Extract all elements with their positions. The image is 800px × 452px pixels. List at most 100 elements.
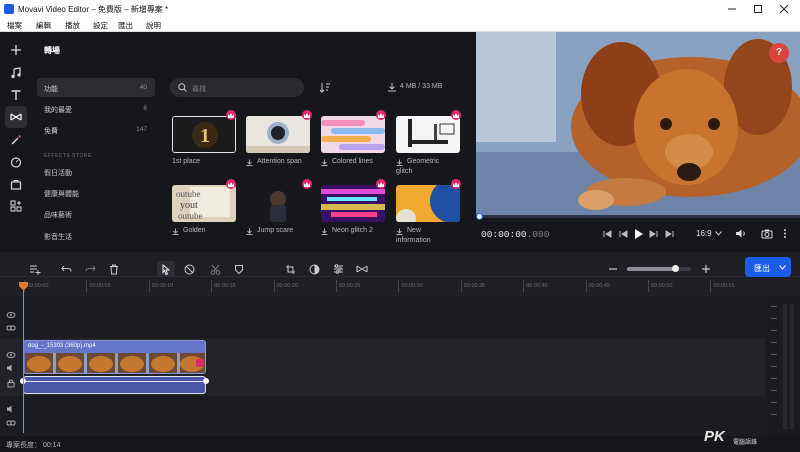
menu-export[interactable]: 匯出 [118,20,133,31]
store-item[interactable]: 影音生活 [44,232,72,242]
maximize-icon[interactable] [752,3,764,15]
link-icon[interactable] [6,418,16,428]
timer-icon[interactable] [8,154,24,170]
snapshot-icon[interactable] [761,228,773,239]
download-icon[interactable] [246,159,253,166]
download-icon[interactable] [396,228,403,235]
sort-icon[interactable] [319,82,331,93]
play-icon[interactable] [633,228,644,240]
download-icon[interactable] [172,228,179,235]
crop-icon[interactable] [283,262,297,276]
magic-wand-icon[interactable] [8,132,24,148]
premium-crown-icon [451,110,461,120]
dog-photo [476,32,800,215]
transition-1st-place[interactable]: 1 [172,116,236,153]
audio-handle-right[interactable] [203,378,209,384]
split-icon[interactable] [208,262,222,276]
audio-clip[interactable] [23,376,206,394]
menu-help[interactable]: 說明 [146,20,161,31]
transition-label: Colored lines [332,158,373,165]
transition-jump-scare[interactable] [246,185,310,222]
transition-colored-lines[interactable] [321,116,385,153]
more-options-icon[interactable] [783,228,787,239]
svg-text:outube: outube [176,189,201,199]
color-adjust-icon[interactable] [307,262,321,276]
export-label: 匯出 [754,264,770,273]
playhead-handle[interactable] [19,282,28,291]
properties-icon[interactable] [331,262,345,276]
zoom-slider-handle[interactable] [671,265,679,272]
eye-icon[interactable] [6,350,16,360]
lock-icon[interactable] [6,378,16,388]
ruler-tick-label: 00:00:00 [27,283,49,289]
premium-crown-icon [302,179,312,189]
store-item[interactable]: 品味藝術 [44,210,72,220]
menu-edit[interactable]: 編輯 [36,20,51,31]
link-icon[interactable] [6,323,16,333]
download-icon[interactable] [246,228,253,235]
ruler-tick [460,280,462,292]
transitions-icon[interactable] [5,106,27,128]
more-tools-icon[interactable] [8,198,24,214]
premium-crown-icon [451,179,461,189]
redo-icon[interactable] [83,262,97,276]
undo-icon[interactable] [59,262,73,276]
menu-settings[interactable]: 設定 [93,20,108,31]
premium-crown-icon [376,110,386,120]
zoom-in-icon[interactable] [699,262,713,276]
menu-file[interactable]: 檔案 [7,20,22,31]
time-ruler[interactable]: 00:00:00 00:00:05 00:00:10 00:00:15 00:00:20… [0,280,765,294]
download-icon[interactable] [321,228,328,235]
skip-start-icon[interactable] [602,229,612,239]
video-clip[interactable]: dog_-_15303 (360p).mp4 [23,340,206,374]
audio-level-meter [765,296,800,436]
category-free[interactable]: 免費 147 [37,120,155,139]
preview-progress-handle[interactable] [476,213,483,220]
menu-play[interactable]: 播放 [65,20,80,31]
text-icon[interactable] [8,87,24,103]
aspect-ratio-select[interactable]: 16:9 [696,229,722,238]
download-icon[interactable] [396,159,403,166]
select-tool-icon[interactable] [157,261,175,277]
transition-tool-icon[interactable] [355,262,369,276]
ruler-tick [398,280,400,292]
ruler-tick-label: 00:00:15 [214,283,236,289]
preview-video[interactable] [476,32,800,215]
ruler-tick-label: 00:00:55 [713,283,735,289]
store-item[interactable]: 假日活動 [44,168,72,178]
help-button[interactable]: ? [769,43,789,63]
add-media-icon[interactable] [8,42,24,58]
store-icon[interactable] [8,176,24,192]
store-item[interactable]: 健康與體能 [44,189,79,199]
volume-icon[interactable] [735,228,747,239]
speaker-icon[interactable] [6,404,16,414]
close-icon[interactable] [778,3,790,15]
category-featured[interactable]: 功能 40 [37,78,155,97]
premium-crown-icon [226,179,236,189]
transition-geometric-glitch[interactable] [396,116,460,153]
music-icon[interactable] [8,65,24,81]
delete-icon[interactable] [107,262,121,276]
download-icon[interactable] [321,159,328,166]
marker-icon[interactable] [232,262,246,276]
category-favorites[interactable]: 我的最愛 6 [37,99,155,118]
minimize-icon[interactable] [726,3,738,15]
speaker-icon[interactable] [6,363,16,373]
category-label: 免費 [44,127,58,135]
preview-progress-track[interactable] [476,215,800,218]
app-logo-icon [4,4,14,14]
disable-tool-icon[interactable] [182,262,196,276]
export-button[interactable]: 匯出 [745,257,791,277]
transition-neon-glitch-2[interactable] [321,185,385,222]
transition-attention-span[interactable] [246,116,310,153]
transition-new-information[interactable] [396,185,460,222]
zoom-slider[interactable] [627,267,691,271]
add-track-icon[interactable] [28,262,42,276]
zoom-out-icon[interactable] [606,262,620,276]
eye-icon[interactable] [6,310,16,320]
step-back-icon[interactable] [618,229,628,239]
skip-end-icon[interactable] [665,229,675,239]
transition-golden[interactable]: outube yout outube [172,185,236,222]
search-field[interactable]: 尋找 [170,78,304,97]
step-forward-icon[interactable] [649,229,659,239]
